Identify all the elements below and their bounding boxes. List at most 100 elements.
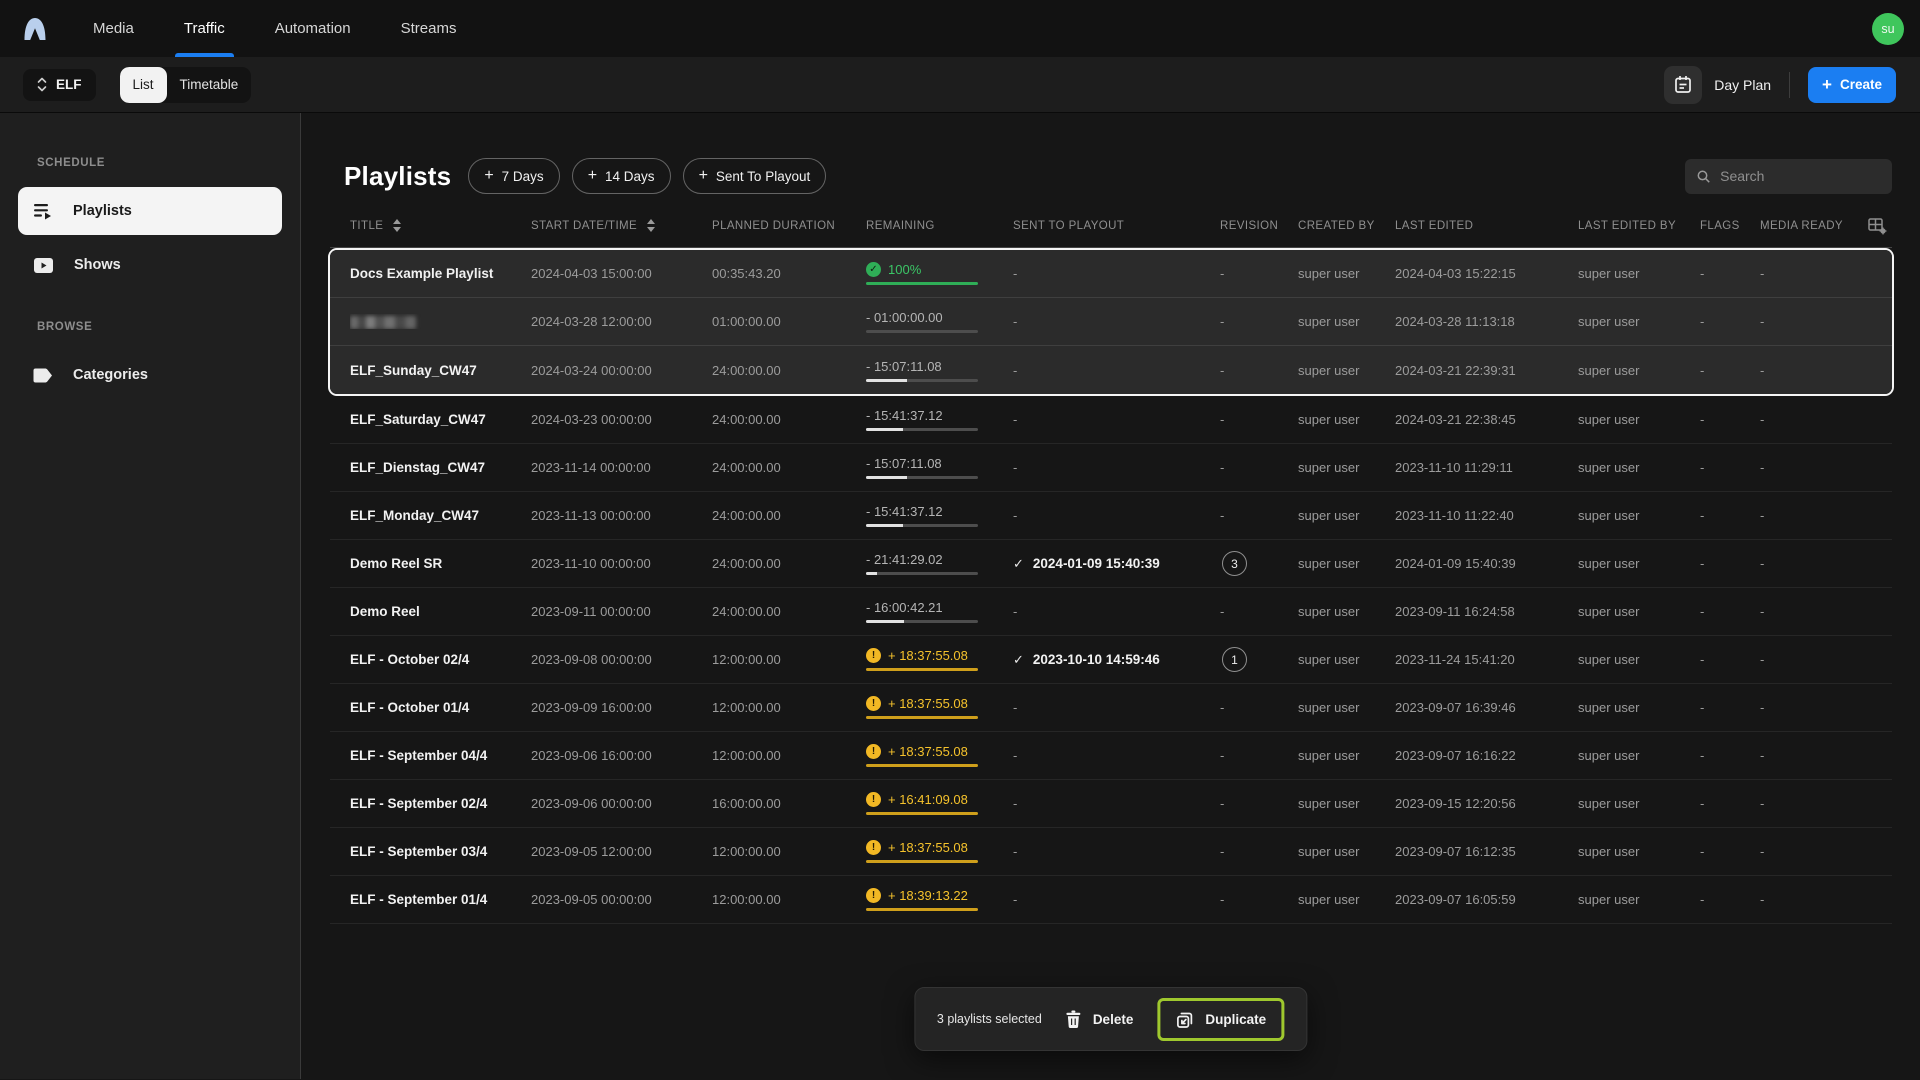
nav-item-media[interactable]: Media [93,0,134,57]
last-edited: 2024-01-09 15:40:39 [1395,556,1516,571]
sidebar-item-playlists[interactable]: Playlists [18,187,282,235]
playlist-title: ELF - September 02/4 [350,796,488,811]
nav-item-streams[interactable]: Streams [401,0,457,57]
created-by: super user [1298,314,1360,329]
table-row[interactable]: Docs Example Playlist 2024-04-03 15:00:0… [330,250,1892,298]
remaining-cell: ✓ ! + 18:37:55.08 [866,840,978,863]
revision-cell: - [1220,796,1298,811]
table-row[interactable]: ELF_Sunday_CW47 2024-03-24 00:00:00 24:0… [330,346,1892,394]
plus-icon: + [698,167,708,184]
sidebar-item-shows[interactable]: Shows [18,241,282,289]
sent-to-playout-cell: ✓ - [1013,508,1220,523]
revision-value: - [1220,412,1225,427]
column-header-sent-to-playout: SENT TO PLAYOUT [1013,219,1125,232]
table-row[interactable]: Demo Reel SR 2023-11-10 00:00:00 24:00:0… [330,540,1892,588]
last-edited-by: super user [1578,412,1640,427]
channel-selector[interactable]: ELF [23,68,96,101]
sent-to-playout-value: - [1013,844,1018,859]
delete-label: Delete [1092,1011,1134,1027]
table-row[interactable]: 2024-03-28 12:00:00 01:00:00.00 ✓ ! - 01… [330,298,1892,346]
last-edited: 2024-04-03 15:22:15 [1395,266,1516,281]
revision-value: - [1220,844,1225,859]
last-edited-by: super user [1578,652,1640,667]
table-row[interactable]: ELF_Saturday_CW47 2024-03-23 00:00:00 24… [330,396,1892,444]
table-row[interactable]: ELF - September 01/4 2023-09-05 00:00:00… [330,876,1892,924]
created-by: super user [1298,796,1360,811]
day-plan-button[interactable]: Day Plan [1664,65,1771,104]
column-header-start[interactable]: START DATE/TIME [531,219,712,232]
flags: - [1700,892,1705,907]
column-header-title[interactable]: TITLE [350,219,531,232]
created-by: super user [1298,604,1360,619]
start-datetime: 2023-09-05 00:00:00 [531,892,652,907]
table-row[interactable]: ELF - September 04/4 2023-09-06 16:00:00… [330,732,1892,780]
flags: - [1700,604,1705,619]
remaining-value: - 16:00:42.21 [866,600,943,615]
quick-action-7-days[interactable]: +7 Days [468,158,560,194]
revision-cell: - [1220,844,1298,859]
created-by: super user [1298,362,1360,378]
duplicate-icon [1176,1012,1193,1028]
last-edited-by: super user [1578,556,1640,571]
table-row[interactable]: ELF - September 02/4 2023-09-06 00:00:00… [330,780,1892,828]
media-ready: - [1760,412,1765,427]
table-row[interactable]: ELF - October 01/4 2023-09-09 16:00:00 1… [330,684,1892,732]
sent-to-playout-value: - [1013,604,1018,619]
flags: - [1700,700,1705,715]
remaining-progress-bar [866,668,978,671]
plus-icon: + [587,167,598,184]
main-content: Playlists +7 Days +14 Days + Sent To Play… [301,113,1920,1079]
sidebar-item-label: Categories [73,367,148,383]
sent-to-playout-value: - [1013,412,1018,427]
view-toggle-list[interactable]: List [119,66,167,103]
page-title: Playlists [344,160,452,191]
column-header-planned-duration: PLANNED DURATION [712,219,836,232]
last-edited-by: super user [1578,604,1640,619]
flags: - [1700,508,1705,523]
quick-action-14-days[interactable]: +14 Days [571,158,671,194]
revision-cell: - [1220,748,1298,763]
flags: - [1700,362,1705,378]
column-header-last-edited: LAST EDITED [1395,219,1474,232]
created-by: super user [1298,700,1360,715]
sent-to-playout-value: - [1013,508,1018,523]
table-row[interactable]: Demo Reel 2023-09-11 00:00:00 24:00:00.0… [330,588,1892,636]
remaining-cell: ✓ ! - 15:41:37.12 [866,408,978,431]
last-edited: 2023-09-11 16:24:58 [1395,604,1515,619]
duplicate-button[interactable]: Duplicate [1175,1010,1266,1029]
revision-value: - [1220,604,1225,619]
search-box [1685,158,1892,194]
remaining-cell: ✓ ! + 18:37:55.08 [866,744,978,767]
created-by: super user [1298,508,1360,523]
remaining-progress-bar [866,476,978,479]
last-edited: 2023-11-10 11:22:40 [1395,508,1514,523]
revision-badge: 3 [1222,551,1247,576]
created-by: super user [1298,844,1360,859]
playlist-title: Demo Reel [350,604,420,619]
nav-item-traffic[interactable]: Traffic [174,0,234,57]
revision-cell: 3 [1220,551,1298,576]
table-row[interactable]: ELF - September 03/4 2023-09-05 12:00:00… [330,828,1892,876]
checkmark-icon: ✓ [1013,651,1024,667]
column-settings-icon[interactable] [1860,217,1887,235]
playlist-title: ELF - October 02/4 [350,652,470,667]
last-edited: 2024-03-21 22:38:45 [1395,412,1516,427]
user-avatar[interactable]: su [1872,12,1904,45]
delete-button[interactable]: Delete [1066,1010,1134,1028]
sent-to-playout-value: - [1013,362,1018,378]
create-button[interactable]: + Create [1808,66,1896,103]
app-logo-icon[interactable] [18,12,52,46]
table-row[interactable]: ELF - October 02/4 2023-09-08 00:00:00 1… [330,636,1892,684]
sidebar-item-categories[interactable]: Categories [18,351,282,399]
remaining-cell: ✓ ! - 15:07:11.08 [866,456,978,479]
start-datetime: 2023-09-06 16:00:00 [531,748,652,763]
view-toggle-timetable[interactable]: Timetable [167,67,252,103]
quick-action-sent-to-playout[interactable]: + Sent To Playout [682,158,827,194]
nav-item-automation[interactable]: Automation [275,0,351,57]
table-row[interactable]: ELF_Monday_CW47 2023-11-13 00:00:00 24:0… [330,492,1892,540]
plus-icon: + [484,167,494,184]
playlist-title: ELF_Saturday_CW47 [350,412,486,427]
remaining-progress-bar [866,428,978,431]
search-input[interactable] [1720,168,1880,184]
table-row[interactable]: ELF_Dienstag_CW47 2023-11-14 00:00:00 24… [330,444,1892,492]
